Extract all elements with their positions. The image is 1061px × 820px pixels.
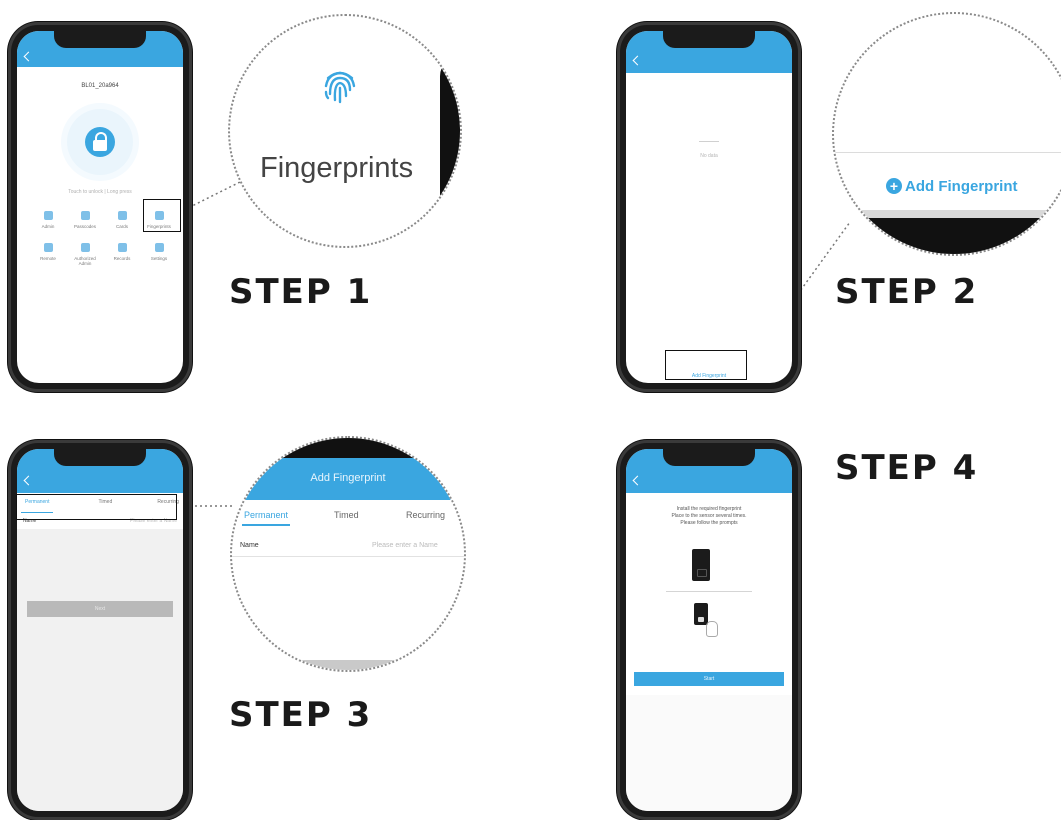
zoom-add-fingerprint: + Add Fingerprint — [832, 12, 1061, 256]
finger-icon — [706, 621, 718, 637]
zoom-black-bottom — [834, 218, 1061, 254]
highlight-tabs — [16, 494, 177, 520]
phone-screen: Install the required fingerprint Place t… — [626, 449, 792, 811]
start-button[interactable]: Start — [634, 672, 784, 686]
screen-bottom-fill — [626, 695, 792, 811]
phone-step-2: No data Add Fingerprint — [617, 22, 801, 392]
step-3-label: STEP 3 — [229, 695, 373, 735]
black-edge — [440, 56, 460, 226]
zoom-name-placeholder[interactable]: Please enter a Name — [372, 542, 438, 549]
device-name: BL01_20a964 — [81, 83, 119, 89]
records-icon — [117, 243, 127, 252]
zoom-header: Add Fingerprint — [232, 458, 464, 500]
empty-icon — [699, 141, 719, 142]
remote-icon — [43, 243, 53, 252]
zoom-tabs: Add Fingerprint Permanent Timed Recurrin… — [230, 436, 466, 672]
menu-cards[interactable]: Cards — [105, 211, 139, 229]
step-4-label: STEP 4 — [835, 448, 979, 488]
lock-circle[interactable] — [67, 109, 133, 175]
phone-notch — [663, 448, 755, 466]
zoom-grey-bar — [232, 660, 464, 670]
lock-icon — [85, 127, 115, 157]
back-icon[interactable] — [23, 475, 34, 486]
settings-icon — [154, 243, 164, 252]
form-background — [17, 529, 183, 811]
zoom-fingerprints-label: Fingerprints — [260, 152, 414, 184]
next-button[interactable]: Next — [27, 601, 173, 617]
zoom-bottom-bar — [834, 210, 1061, 218]
zoom-tab-timed[interactable]: Timed — [334, 510, 359, 520]
zoom-add-label: Add Fingerprint — [905, 177, 1018, 195]
admin-icon — [43, 211, 53, 220]
zoom-tab-underline — [242, 524, 290, 526]
card-icon — [117, 211, 127, 220]
highlight-add-fingerprint — [665, 350, 747, 380]
passcode-icon — [80, 211, 90, 220]
instruction-line-2: Place to the sensor several times. — [671, 513, 747, 519]
highlight-fingerprints — [143, 199, 181, 232]
zoom-tab-recurring[interactable]: Recurring — [406, 510, 445, 520]
unlock-hint: Touch to unlock | Long press — [68, 189, 132, 195]
menu-records[interactable]: Records — [105, 243, 139, 261]
zoom-add-button-row[interactable]: + Add Fingerprint — [886, 176, 1018, 196]
step-1-label: STEP 1 — [229, 272, 373, 312]
phone-screen: No data Add Fingerprint — [626, 31, 792, 383]
zoom-black-top — [232, 438, 464, 458]
menu-remote[interactable]: Remote — [31, 243, 65, 261]
back-icon[interactable] — [632, 475, 643, 486]
menu-passcodes[interactable]: Passcodes — [68, 211, 102, 229]
finger-device-image — [694, 603, 708, 625]
menu-admin[interactable]: Admin — [31, 211, 65, 229]
menu-authorized-admin[interactable]: Authorized Admin — [68, 243, 102, 266]
zoom-name-label: Name — [240, 542, 259, 549]
back-icon[interactable] — [23, 51, 34, 62]
back-icon[interactable] — [632, 55, 643, 66]
lock-device-image — [692, 549, 710, 581]
step-2-label: STEP 2 — [835, 272, 979, 312]
phone-notch — [54, 30, 146, 48]
authorized-admin-icon — [80, 243, 90, 252]
zoom-divider — [232, 556, 464, 557]
phone-notch — [663, 30, 755, 48]
zoom-tab-permanent[interactable]: Permanent — [244, 510, 288, 520]
menu-settings[interactable]: Settings — [142, 243, 176, 261]
zoom-divider — [834, 152, 1061, 153]
device-line — [666, 591, 752, 592]
zoom-fingerprints: Fingerprints — [228, 14, 462, 248]
instruction-line-1: Install the required fingerprint — [676, 506, 742, 512]
instruction-line-3: Please follow the prompts — [680, 520, 738, 526]
empty-text: No data — [700, 153, 718, 159]
zoom-header-title: Add Fingerprint — [310, 472, 386, 484]
phone-step-4: Install the required fingerprint Place t… — [617, 440, 801, 820]
fingerprint-icon — [324, 71, 356, 104]
plus-circle-icon: + — [886, 178, 902, 194]
phone-notch — [54, 448, 146, 466]
